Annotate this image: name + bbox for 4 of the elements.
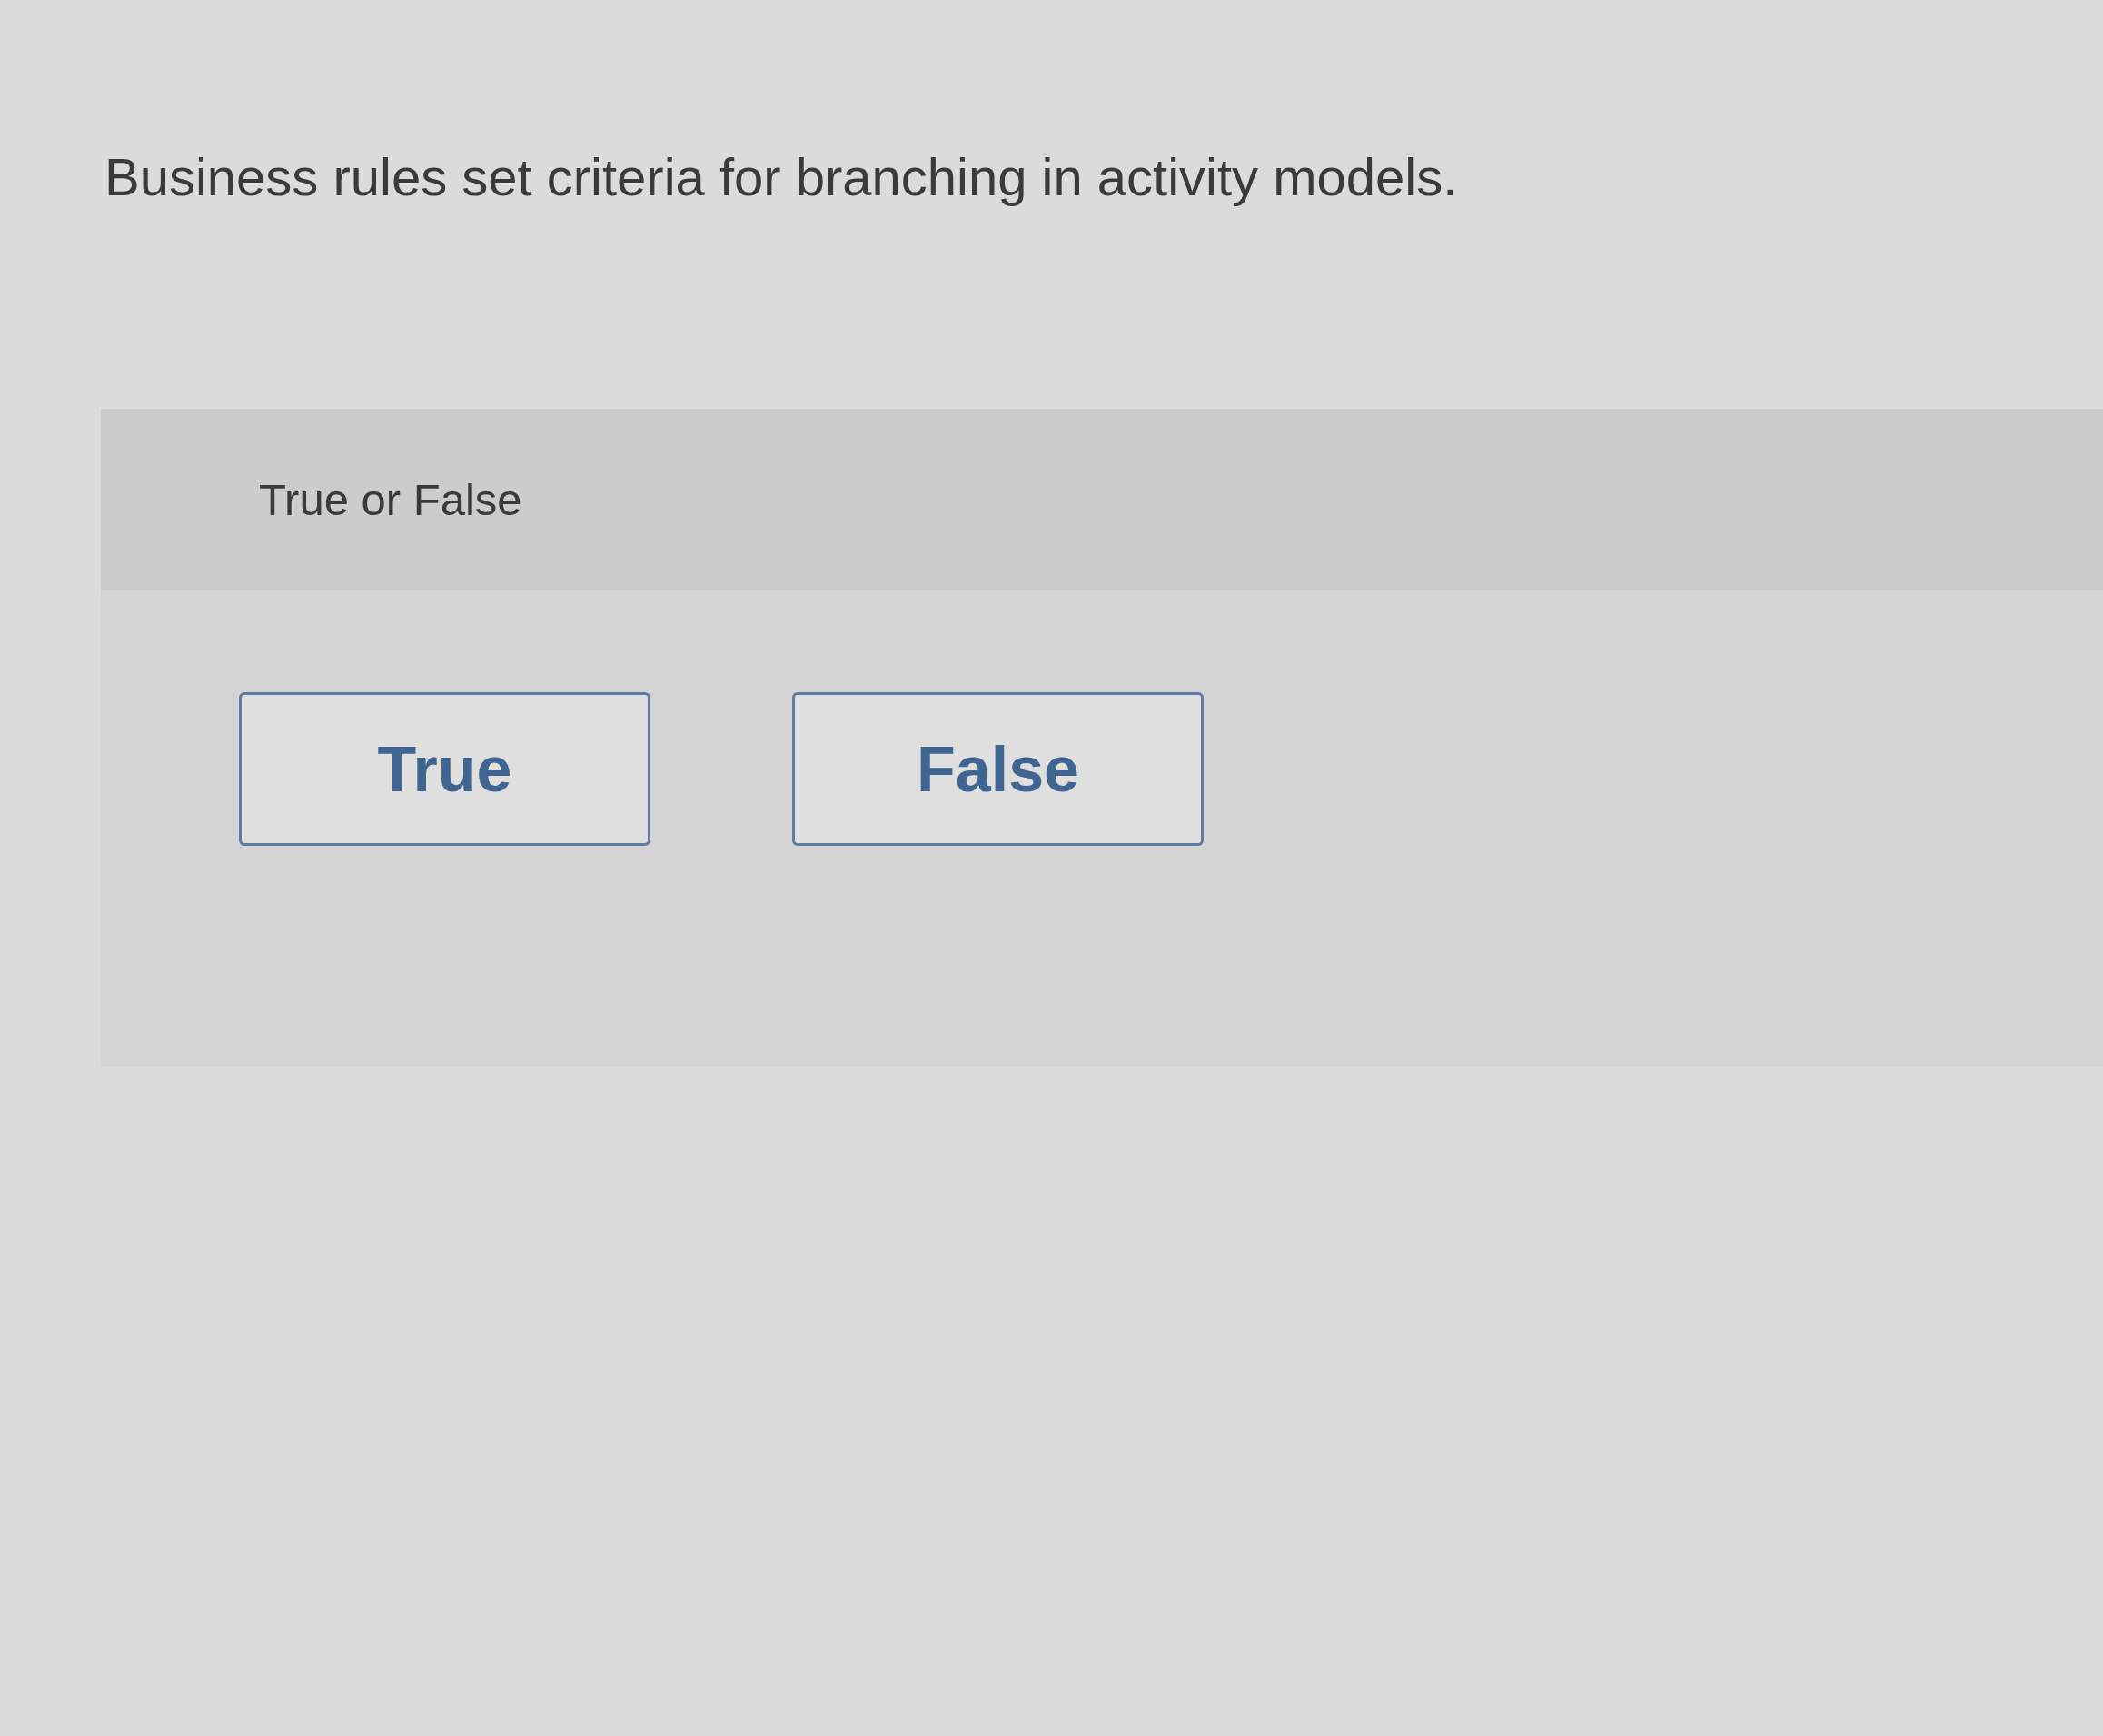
question-text: Business rules set criteria for branching in activity models. <box>104 146 1459 208</box>
answer-button[interactable]: False <box>792 692 1204 846</box>
prompt-text: True or False <box>259 474 522 525</box>
answer-button[interactable]: True <box>239 692 650 846</box>
